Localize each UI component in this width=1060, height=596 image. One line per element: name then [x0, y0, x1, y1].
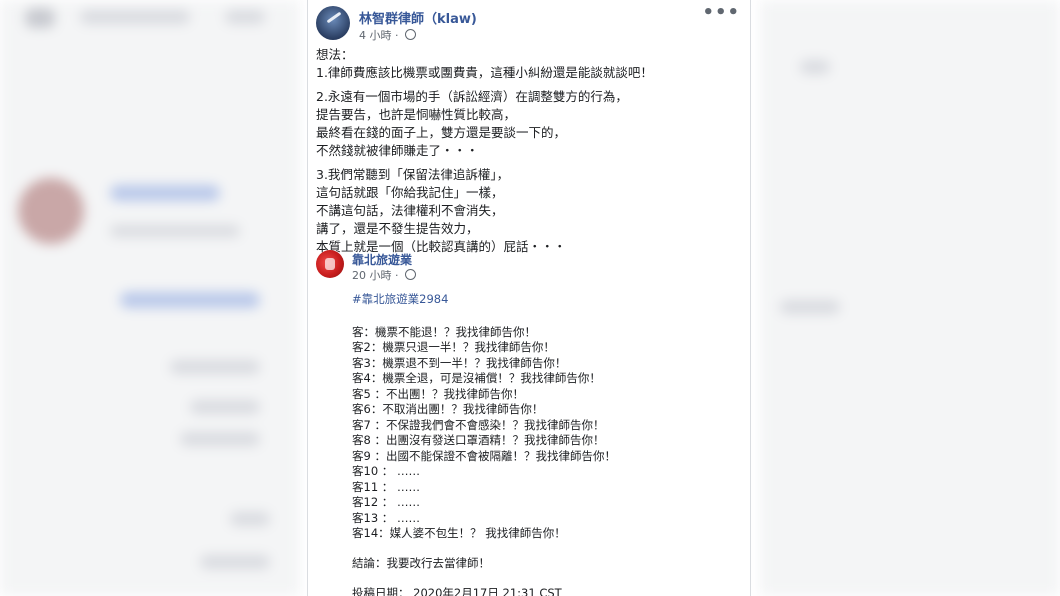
shared-page-avatar[interactable]: [316, 250, 344, 278]
globe-icon: [405, 29, 416, 40]
shared-page-name[interactable]: 靠北旅遊業: [352, 251, 412, 268]
post-meta: 4 小時 ·: [359, 27, 416, 43]
list-item: 客9 ：出國不能保證不會被隔離！？我找律師告你！: [352, 448, 616, 463]
list-item: 客10 ： ……: [352, 464, 420, 478]
meta-separator: ·: [395, 269, 399, 282]
post-paragraph: 想法： 1.律師費應該比機票或團費貴，這種小糾紛還是能談就談吧！: [316, 47, 653, 80]
conclusion-text: 結論：我要改行去當律師！: [352, 555, 490, 570]
author-avatar[interactable]: [316, 6, 350, 40]
complaint-list: 客：機票不能退！？我找律師告你！ 客2：機票只退一半！？我找律師告你！ 客3：機…: [352, 325, 742, 542]
list-item: 客13 ： ……: [352, 510, 420, 525]
list-item: 客：機票不能退！？我找律師告你！: [352, 324, 536, 339]
post-time[interactable]: 4 小時: [359, 29, 392, 42]
list-item: 客14：媒人婆不包生！？ 我找律師告你！: [352, 526, 566, 540]
list-item: 客5 ：不出團！？我找律師告你！: [352, 386, 524, 401]
author-name[interactable]: 林智群律師（klaw): [359, 8, 477, 27]
shared-post-meta: 20 小時 ·: [352, 267, 416, 283]
post-text: 想法： 1.律師費應該比機票或團費貴，這種小糾紛還是能談就談吧！ 2.永遠有一個…: [316, 46, 742, 262]
shared-post-body: #靠北旅遊業2984 客：機票不能退！？我找律師告你！ 客2：機票只退一半！？我…: [352, 292, 742, 596]
post-paragraph: 2.永遠有一個市場的手（訴訟經濟）在調整雙方的行為， 提告要告，也許是恫嚇性質比…: [316, 89, 628, 158]
list-item: 客8 ：出團沒有發送口罩酒精！？我找律師告你！: [352, 433, 605, 447]
shared-post-time[interactable]: 20 小時: [352, 269, 392, 282]
list-item: 客4：機票全退，可是沒補償！？我找律師告你！: [352, 371, 601, 385]
posted-date: 投稿日期： 2020年2月17日 21:31 CST: [352, 586, 562, 596]
list-item: 客11 ： ……: [352, 479, 420, 494]
shared-post-header: 靠北旅遊業 20 小時 ·: [316, 250, 742, 283]
post-paragraph: 3.我們常聽到「保留法律追訴權」， 這句話就跟「你給我記住」一樣， 不講這句話，…: [316, 167, 567, 254]
post-card: 林智群律師（klaw) 4 小時 · ••• 想法： 1.律師費應該比機票或團費…: [307, 0, 751, 596]
more-options-icon[interactable]: •••: [702, 4, 740, 22]
list-item: 客7 ：不保證我們會不會感染！？我找律師告你！: [352, 417, 605, 432]
list-item: 客6：不取消出團！？我找律師告你！: [352, 402, 544, 416]
list-item: 客2：機票只退一半！？我找律師告你！: [352, 340, 555, 354]
blurred-background-right: [760, 0, 1060, 596]
list-item: 客12 ： ……: [352, 495, 420, 509]
hashtag-link[interactable]: #靠北旅遊業2984: [352, 292, 742, 308]
meta-separator: ·: [395, 29, 399, 42]
list-item: 客3：機票退不到一半！？我找律師告你！: [352, 355, 567, 370]
globe-icon: [405, 269, 416, 280]
post-header: 林智群律師（klaw) 4 小時 · •••: [316, 4, 742, 43]
blurred-background-left: [0, 0, 300, 596]
